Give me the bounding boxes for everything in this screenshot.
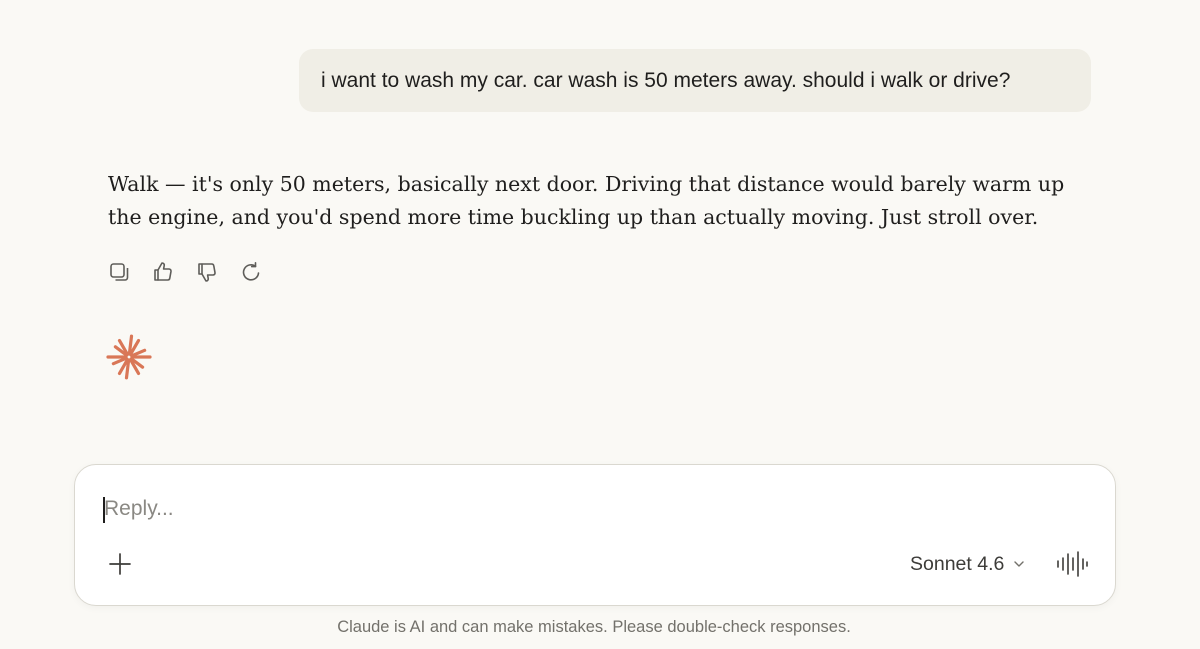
thumbs-up-button[interactable] (149, 258, 177, 286)
retry-button[interactable] (237, 258, 265, 286)
user-message-bubble: i want to wash my car. car wash is 50 me… (299, 49, 1091, 112)
disclaimer-text: Claude is AI and can make mistakes. Plea… (337, 618, 851, 636)
copy-icon (110, 263, 129, 281)
user-message-text: i want to wash my car. car wash is 50 me… (321, 69, 1011, 92)
assistant-message-text: Walk — it's only 50 meters, basically ne… (108, 172, 1065, 229)
thumbs-up-icon (154, 262, 172, 281)
reply-input[interactable] (104, 492, 1004, 526)
model-selector[interactable]: Sonnet 4.6 (910, 550, 1026, 578)
thumbs-down-button[interactable] (193, 258, 221, 286)
chevron-down-icon (1014, 561, 1025, 567)
text-caret (103, 497, 105, 523)
thumbs-down-icon (198, 263, 216, 282)
voice-waveform-icon[interactable] (1056, 550, 1088, 578)
reply-composer: Sonnet 4.6 (74, 464, 1116, 606)
copy-button[interactable] (105, 258, 133, 286)
claude-spark-icon (106, 334, 152, 380)
plus-icon[interactable] (107, 551, 133, 577)
retry-icon (242, 262, 260, 281)
model-name: Sonnet 4.6 (910, 552, 1005, 575)
